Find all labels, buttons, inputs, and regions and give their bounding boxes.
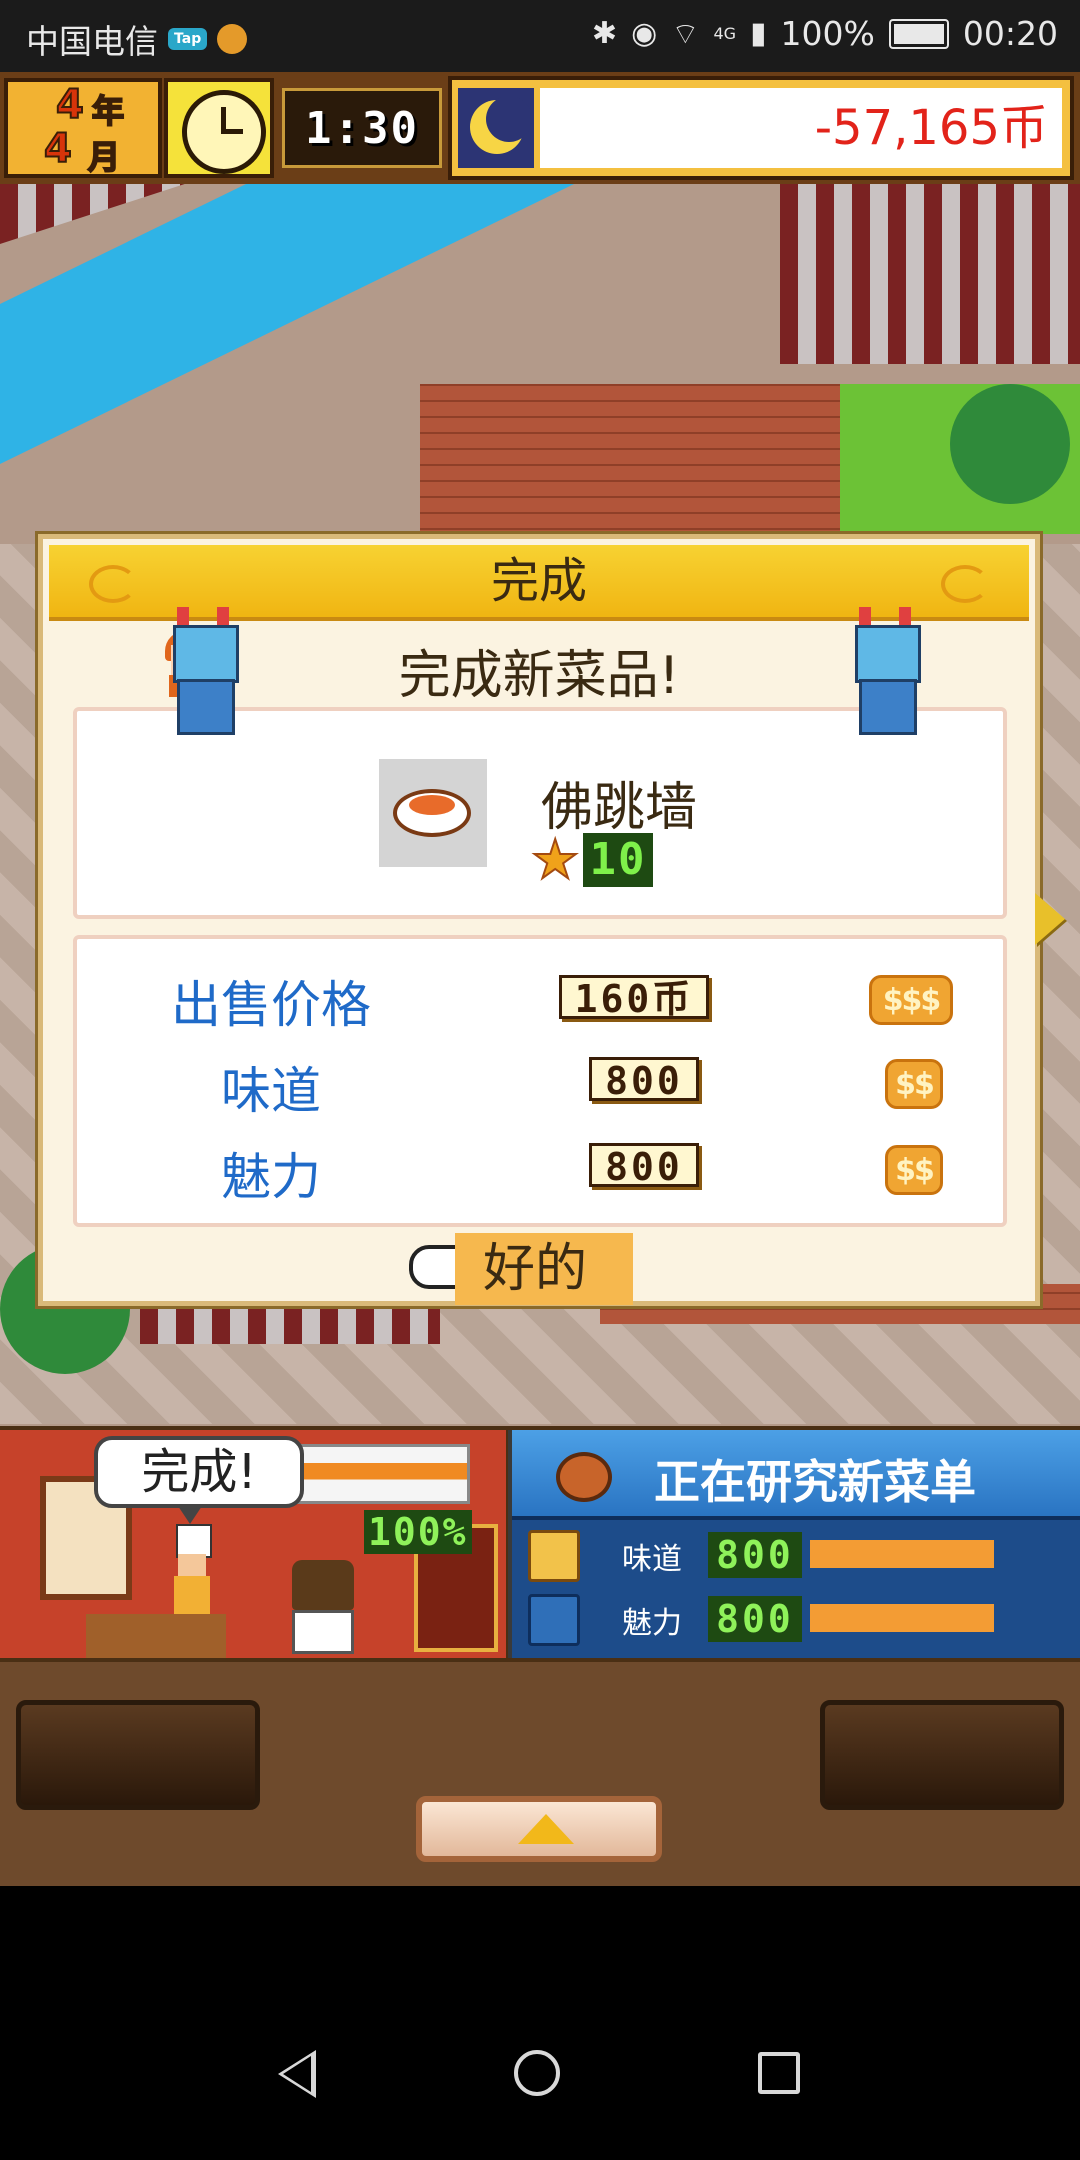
stat-row-price: 出售价格 160币 $$$ [77, 957, 1011, 1043]
dish-thumbnail-icon [379, 759, 487, 867]
battery-icon [888, 18, 949, 49]
research-value: 800 [708, 1532, 802, 1578]
dialog-header: 完成 [49, 545, 1029, 621]
research-info: 正在研究新菜单 味道 800 魅力 800 [508, 1430, 1080, 1658]
month-unit: 月 [87, 137, 121, 177]
dish-complete-dialog: 完成 完成新菜品! 佛跳墙 ★ 10 出售价格 160币 $$$ 味道 800 … [38, 534, 1065, 1306]
research-header: 正在研究新菜单 [512, 1430, 1080, 1520]
stat-value: 160币 [559, 975, 709, 1020]
research-row-charm: 魅力 800 [512, 1590, 1080, 1652]
year-number: 4 [55, 81, 85, 129]
charm-icon [528, 1594, 580, 1646]
counter-icon [86, 1614, 226, 1658]
swirl-ornament-icon [941, 565, 989, 603]
taptap-icon: Tap [168, 28, 208, 50]
moon-icon [458, 88, 534, 168]
stat-label: 味道 [221, 1062, 321, 1120]
status-bar: 中国电信 Tap ✱ ◉ ⌔ 4G ▮ 100% 00:20 [0, 0, 1080, 72]
coins-icon: $$ [885, 1059, 943, 1109]
ok-button[interactable]: 好的 [455, 1233, 633, 1305]
research-label: 味道 [622, 1542, 682, 1577]
game-time: 1:30 [282, 88, 442, 168]
stove-icon [292, 1610, 354, 1654]
speech-bubble: 完成! [94, 1436, 304, 1524]
expand-up-button[interactable] [416, 1796, 662, 1862]
carrier-label: 中国电信 [26, 22, 158, 61]
charm-bar [810, 1604, 994, 1632]
calendar-date[interactable]: 4 年 4 月 [4, 78, 162, 178]
right-menu-button[interactable] [820, 1700, 1064, 1810]
bottom-menu-bar [0, 1662, 1080, 1886]
dish-icon [556, 1452, 612, 1502]
android-nav-bar [0, 1976, 1080, 2160]
coins-icon: $$$ [869, 975, 953, 1025]
research-progress: 100% [364, 1510, 472, 1554]
dish-level: 10 [583, 833, 653, 887]
research-row-taste: 味道 800 [512, 1526, 1080, 1588]
next-arrow-icon[interactable] [1035, 893, 1065, 945]
stat-label: 魅力 [221, 1148, 321, 1206]
notification-icon [217, 24, 248, 54]
research-label: 魅力 [622, 1606, 682, 1641]
kitchen-scene: 完成! 100% [0, 1430, 506, 1658]
stats-card: 出售价格 160币 $$$ 味道 800 $$ 魅力 800 $$ [73, 935, 1007, 1227]
money-amount: -57,165币 [540, 88, 1062, 168]
network-type: 4G [713, 24, 737, 43]
taste-icon [528, 1530, 580, 1582]
pot-icon [292, 1560, 354, 1610]
stat-row-taste: 味道 800 $$ [77, 1043, 1011, 1129]
signal-icon: ▮ [750, 16, 767, 51]
coins-icon: $$ [885, 1145, 943, 1195]
stat-value: 800 [589, 1143, 699, 1188]
research-title: 正在研究新菜单 [654, 1455, 976, 1509]
clock-icon [164, 78, 274, 178]
bluetooth-icon: ✱ [591, 16, 618, 51]
wifi-icon: ⌔ [671, 16, 700, 52]
left-menu-button[interactable] [16, 1700, 260, 1810]
dragon-mascot-icon [167, 607, 239, 735]
taste-bar [810, 1540, 994, 1568]
money-panel[interactable]: -57,165币 [448, 76, 1074, 180]
research-value: 800 [708, 1596, 802, 1642]
recent-apps-icon[interactable] [758, 2052, 800, 2094]
dragon-mascot-icon [849, 607, 921, 735]
year-unit: 年 [91, 91, 125, 131]
game-hud: 4 年 4 月 1:30 -57,165币 [0, 72, 1080, 184]
battery-percent: 100% [780, 14, 875, 53]
stat-label: 出售价格 [171, 976, 371, 1034]
research-panel[interactable]: 完成! 100% 正在研究新菜单 味道 800 魅力 800 [0, 1426, 1080, 1662]
chef-sprite-icon [170, 1524, 214, 1614]
back-icon[interactable] [278, 2050, 316, 2098]
stat-value: 800 [589, 1057, 699, 1102]
swirl-ornament-icon [89, 565, 137, 603]
month-number: 4 [43, 125, 73, 173]
dialog-title: 完成 [490, 553, 587, 609]
eye-icon: ◉ [631, 16, 658, 51]
clock-time: 00:20 [962, 14, 1058, 53]
home-icon[interactable] [514, 2050, 560, 2096]
star-icon: ★ [530, 828, 580, 891]
stat-row-charm: 魅力 800 $$ [77, 1129, 1011, 1215]
